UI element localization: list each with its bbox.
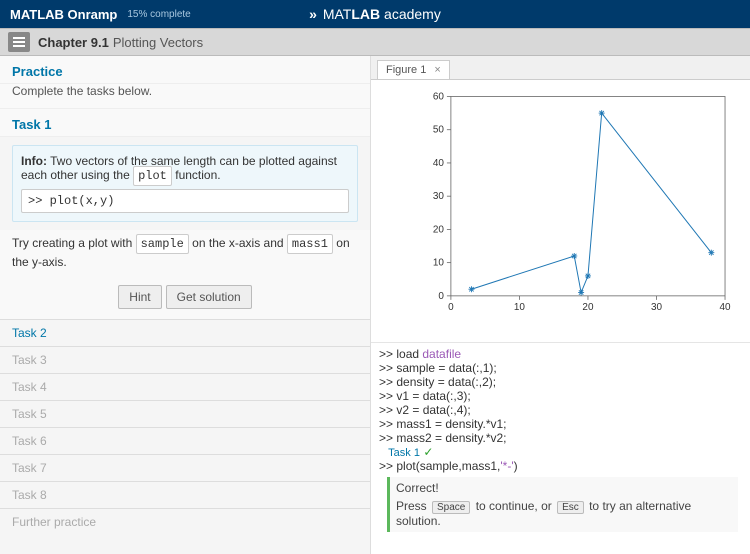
task-item-8[interactable]: Task 8 <box>0 481 370 508</box>
hint-button[interactable]: Hint <box>118 285 161 309</box>
button-row: Hint Get solution <box>0 279 370 319</box>
svg-text:40: 40 <box>433 158 445 169</box>
plot-area: 0 10 20 30 40 50 60 0 10 20 30 40 <box>371 80 750 342</box>
left-panel: Practice Complete the tasks below. Task … <box>0 56 370 554</box>
task-instruction: Try creating a plot with sample on the x… <box>0 230 370 279</box>
terminal[interactable]: >> load datafile>> sample = data(:,1);>>… <box>371 342 750 554</box>
task-item-further[interactable]: Further practice <box>0 508 370 535</box>
svg-text:50: 50 <box>433 125 445 136</box>
instr-code-mass1: mass1 <box>287 234 333 254</box>
svg-text:30: 30 <box>651 302 663 313</box>
practice-heading: Practice <box>0 56 370 84</box>
instr-code-sample: sample <box>136 234 189 254</box>
code-example: >> plot(x,y) <box>21 189 349 213</box>
chapter-bar: Chapter 9.1 Plotting Vectors <box>0 28 750 56</box>
task-item-3[interactable]: Task 3 <box>0 346 370 373</box>
figure-tabbar: Figure 1 × <box>371 56 750 80</box>
plot-svg: 0 10 20 30 40 50 60 0 10 20 30 40 <box>416 90 735 317</box>
info-box: Info: Two vectors of the same length can… <box>12 145 358 222</box>
svg-text:20: 20 <box>433 224 445 235</box>
task-item-4[interactable]: Task 4 <box>0 373 370 400</box>
svg-text:60: 60 <box>433 91 445 102</box>
close-icon[interactable]: × <box>434 64 440 76</box>
solution-button[interactable]: Get solution <box>166 285 252 309</box>
svg-text:10: 10 <box>433 258 445 269</box>
svg-text:0: 0 <box>438 291 444 302</box>
task-item-5[interactable]: Task 5 <box>0 400 370 427</box>
task1-heading[interactable]: Task 1 <box>0 108 370 137</box>
task-item-7[interactable]: Task 7 <box>0 454 370 481</box>
figure-tab-label: Figure 1 <box>386 64 426 76</box>
info-inline-code: plot <box>133 166 172 186</box>
svg-text:30: 30 <box>433 191 445 202</box>
top-bar: MATLAB Onramp 15% complete » MATLAB acad… <box>0 0 750 28</box>
info-label: Info: <box>21 154 47 168</box>
hamburger-icon[interactable] <box>8 32 30 52</box>
figure-tab[interactable]: Figure 1 × <box>377 60 450 79</box>
task-item-2[interactable]: Task 2 <box>0 319 370 346</box>
product-name: MATLAB Onramp <box>10 7 117 22</box>
svg-text:0: 0 <box>448 302 454 313</box>
right-panel: Figure 1 × 0 10 20 30 40 50 60 0 10 20 30 40 <box>370 56 750 554</box>
chapter-title: Plotting Vectors <box>113 35 203 50</box>
info-text-2: function. <box>175 168 220 182</box>
practice-subheading: Complete the tasks below. <box>0 84 370 108</box>
progress-text: 15% complete <box>127 9 190 20</box>
chevron-icon: » <box>309 6 315 22</box>
task-item-6[interactable]: Task 6 <box>0 427 370 454</box>
svg-text:40: 40 <box>719 302 731 313</box>
svg-text:20: 20 <box>582 302 594 313</box>
chapter-number: Chapter 9.1 <box>38 35 109 50</box>
svg-text:10: 10 <box>514 302 526 313</box>
